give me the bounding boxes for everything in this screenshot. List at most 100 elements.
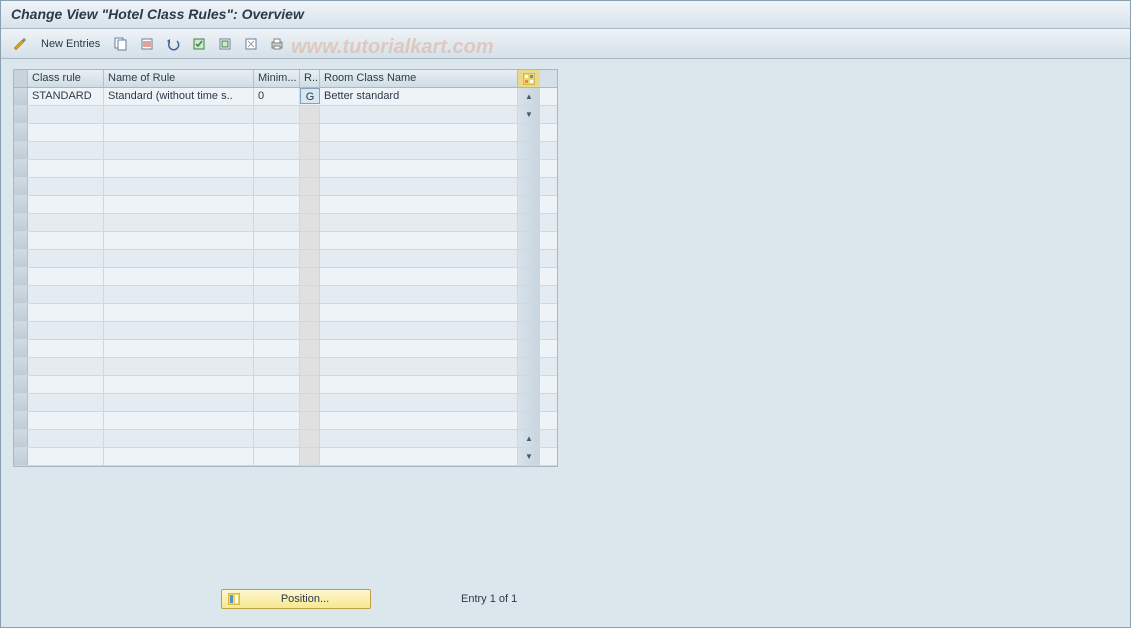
scrollbar-track[interactable] [518,340,540,357]
row-selector[interactable] [14,340,28,357]
cell-name-of-rule[interactable] [104,448,254,465]
cell-room-class-name[interactable] [320,160,518,177]
table-row[interactable] [14,232,557,250]
cell-name-of-rule[interactable] [104,160,254,177]
cell-class-rule[interactable] [28,286,104,303]
scroll-down-button[interactable]: ▼ [518,106,540,123]
cell-name-of-rule[interactable] [104,376,254,393]
deselect-all-button[interactable] [240,33,262,55]
scroll-up-bottom-button[interactable]: ▲ [518,430,540,447]
row-selector[interactable] [14,358,28,375]
row-selector[interactable] [14,448,28,465]
scrollbar-track[interactable] [518,250,540,267]
cell-name-of-rule[interactable] [104,124,254,141]
table-row[interactable] [14,214,557,232]
cell-minim[interactable] [254,196,300,213]
cell-r[interactable] [300,232,320,249]
scrollbar-track[interactable] [518,196,540,213]
table-row[interactable]: ▼ [14,448,557,466]
cell-room-class-name[interactable] [320,394,518,411]
cell-class-rule[interactable] [28,304,104,321]
cell-room-class-name[interactable] [320,376,518,393]
cell-class-rule[interactable] [28,430,104,447]
scrollbar-track[interactable] [518,124,540,141]
cell-minim[interactable] [254,142,300,159]
cell-r[interactable]: G [300,88,320,104]
cell-minim[interactable] [254,286,300,303]
scrollbar-track[interactable] [518,268,540,285]
cell-name-of-rule[interactable] [104,286,254,303]
cell-minim[interactable] [254,394,300,411]
row-selector[interactable] [14,412,28,429]
cell-minim[interactable] [254,124,300,141]
scrollbar-track[interactable] [518,304,540,321]
cell-name-of-rule[interactable] [104,394,254,411]
cell-room-class-name[interactable] [320,214,518,231]
row-selector[interactable] [14,322,28,339]
scroll-up-button[interactable]: ▲ [518,88,540,105]
scroll-down-bottom-button[interactable]: ▼ [518,448,540,465]
cell-minim[interactable] [254,376,300,393]
cell-room-class-name[interactable] [320,178,518,195]
table-row[interactable] [14,196,557,214]
scrollbar-track[interactable] [518,394,540,411]
cell-room-class-name[interactable] [320,124,518,141]
col-header-r[interactable]: R.. [300,70,320,87]
cell-room-class-name[interactable] [320,430,518,447]
cell-room-class-name[interactable] [320,322,518,339]
scrollbar-track[interactable] [518,142,540,159]
cell-room-class-name[interactable]: Better standard [320,88,518,105]
cell-r[interactable] [300,160,320,177]
cell-class-rule[interactable] [28,448,104,465]
cell-room-class-name[interactable] [320,286,518,303]
cell-r[interactable] [300,124,320,141]
scrollbar-track[interactable] [518,358,540,375]
cell-r[interactable] [300,106,320,123]
cell-room-class-name[interactable] [320,358,518,375]
col-header-name-of-rule[interactable]: Name of Rule [104,70,254,87]
cell-class-rule[interactable] [28,214,104,231]
cell-minim[interactable] [254,430,300,447]
cell-room-class-name[interactable] [320,196,518,213]
cell-room-class-name[interactable] [320,232,518,249]
cell-class-rule[interactable] [28,394,104,411]
scrollbar-track[interactable] [518,232,540,249]
row-selector[interactable] [14,160,28,177]
cell-r[interactable] [300,304,320,321]
col-header-room-class-name[interactable]: Room Class Name [320,70,518,87]
cell-r[interactable] [300,376,320,393]
cell-class-rule[interactable] [28,340,104,357]
cell-name-of-rule[interactable] [104,430,254,447]
row-selector[interactable] [14,268,28,285]
row-selector[interactable] [14,430,28,447]
table-row[interactable] [14,250,557,268]
cell-minim[interactable] [254,178,300,195]
cell-minim[interactable] [254,250,300,267]
row-selector[interactable] [14,88,28,105]
configure-columns-button[interactable] [518,70,540,87]
cell-minim[interactable] [254,214,300,231]
cell-room-class-name[interactable] [320,304,518,321]
cell-name-of-rule[interactable] [104,142,254,159]
row-selector[interactable] [14,106,28,123]
row-selector[interactable] [14,250,28,267]
scrollbar-track[interactable] [518,160,540,177]
undo-change-button[interactable] [162,33,184,55]
cell-minim[interactable] [254,448,300,465]
table-row[interactable] [14,178,557,196]
cell-minim[interactable] [254,340,300,357]
cell-minim[interactable] [254,304,300,321]
cell-minim[interactable] [254,358,300,375]
cell-room-class-name[interactable] [320,340,518,357]
table-row[interactable] [14,286,557,304]
cell-room-class-name[interactable] [320,448,518,465]
table-row[interactable] [14,268,557,286]
table-row[interactable] [14,124,557,142]
scrollbar-track[interactable] [518,376,540,393]
row-selector[interactable] [14,232,28,249]
scrollbar-track[interactable] [518,322,540,339]
cell-minim[interactable] [254,160,300,177]
cell-name-of-rule[interactable] [104,358,254,375]
cell-name-of-rule[interactable] [104,304,254,321]
scrollbar-track[interactable] [518,286,540,303]
